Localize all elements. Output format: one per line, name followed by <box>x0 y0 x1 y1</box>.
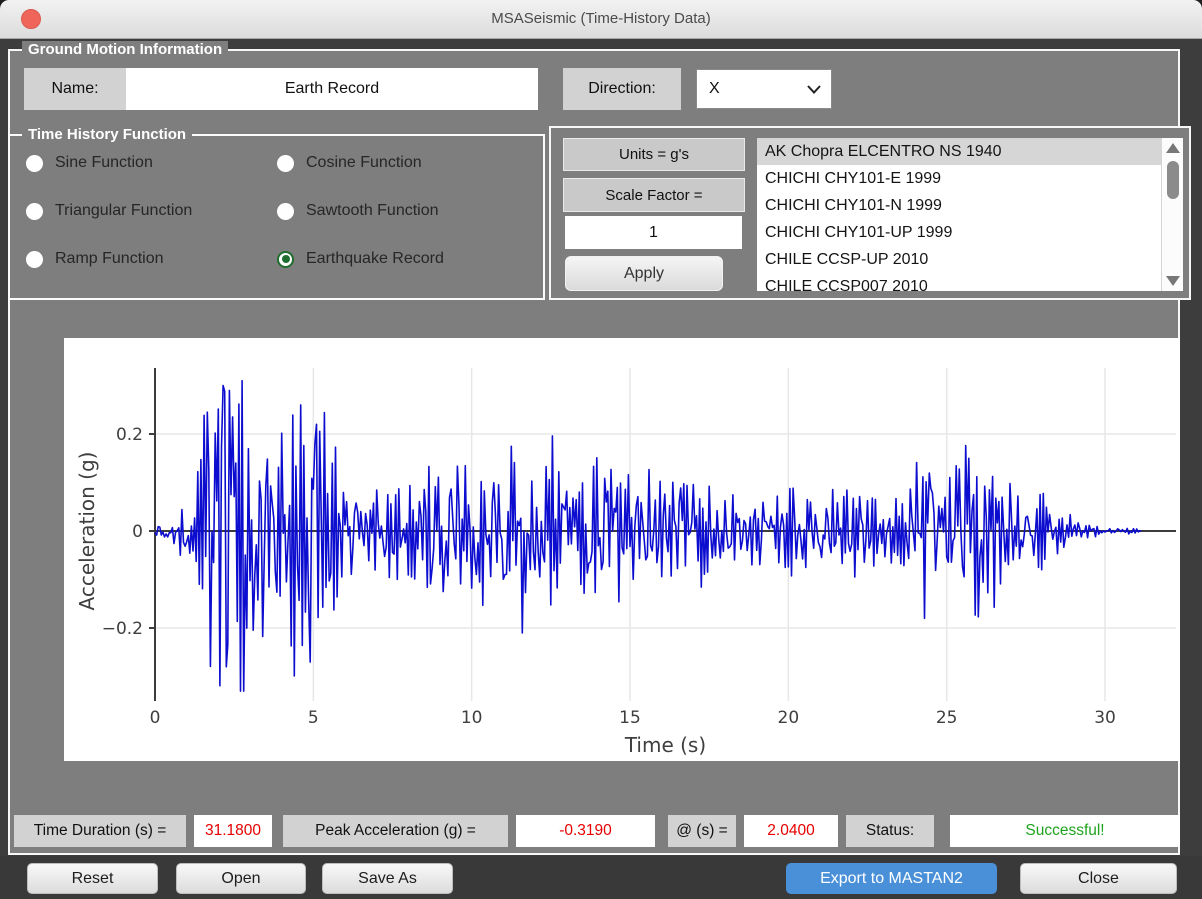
svg-text:0: 0 <box>150 708 161 728</box>
time-duration-label: Time Duration (s) = <box>14 815 186 847</box>
radio-label: Cosine Function <box>306 154 422 172</box>
svg-text:0.2: 0.2 <box>116 425 143 445</box>
waveform-line <box>155 381 1141 691</box>
name-input[interactable] <box>126 68 538 110</box>
peak-acceleration-label: Peak Acceleration (g) = <box>283 815 508 847</box>
window-content: Ground Motion Information Name: Directio… <box>0 39 1202 899</box>
y-axis-label: Acceleration (g) <box>75 452 99 611</box>
x-axis-label: Time (s) <box>624 733 706 757</box>
peak-acceleration-value: -0.3190 <box>516 815 655 847</box>
scale-factor-button[interactable]: Scale Factor = <box>563 178 745 212</box>
scroll-down-icon[interactable] <box>1166 276 1180 286</box>
svg-text:20: 20 <box>778 708 800 728</box>
radio-earthquake-record[interactable]: Earthquake Record <box>277 250 526 268</box>
app-window: MSASeismic (Time-History Data) Ground Mo… <box>0 0 1202 899</box>
record-list-item[interactable]: CHICHI CHY101-UP 1999 <box>757 219 1161 246</box>
radio-unselected-icon <box>277 155 294 172</box>
svg-text:25: 25 <box>936 708 958 728</box>
scrollbar-thumb[interactable] <box>1167 161 1179 199</box>
radio-unselected-icon <box>26 155 43 172</box>
radio-selected-icon <box>277 251 294 268</box>
radio-unselected-icon <box>26 203 43 220</box>
open-button[interactable]: Open <box>176 863 306 894</box>
close-button[interactable]: Close <box>1020 863 1177 894</box>
time-duration-value: 31.1800 <box>194 815 272 847</box>
radio-label: Earthquake Record <box>306 250 444 268</box>
record-list-item[interactable]: CHICHI CHY101-E 1999 <box>757 165 1161 192</box>
radio-ramp-function[interactable]: Ramp Function <box>26 250 277 268</box>
radio-label: Sine Function <box>55 154 153 172</box>
name-label: Name: <box>24 68 126 110</box>
svg-text:5: 5 <box>308 708 319 728</box>
svg-text:0: 0 <box>132 522 143 542</box>
save-as-button[interactable]: Save As <box>322 863 453 894</box>
direction-select[interactable]: X <box>696 69 832 109</box>
units-button[interactable]: Units = g's <box>563 138 745 171</box>
window-title: MSASeismic (Time-History Data) <box>0 0 1202 38</box>
record-list-item[interactable]: CHICHI CHY101-N 1999 <box>757 192 1161 219</box>
scale-factor-input[interactable] <box>565 216 742 249</box>
radio-cosine-function[interactable]: Cosine Function <box>277 154 526 172</box>
at-time-label: @ (s) = <box>668 815 736 847</box>
title-bar: MSASeismic (Time-History Data) <box>0 0 1202 39</box>
radio-label: Ramp Function <box>55 250 164 268</box>
listbox-scrollbar[interactable] <box>1161 138 1183 291</box>
footer-bar: Reset Open Save As Export to MASTAN2 Clo… <box>0 856 1202 899</box>
time-history-options: Sine Function Cosine Function Triangular F… <box>26 139 526 289</box>
svg-text:−0.2: −0.2 <box>102 619 143 639</box>
reset-button[interactable]: Reset <box>27 863 158 894</box>
radio-sawtooth-function[interactable]: Sawtooth Function <box>277 202 526 220</box>
record-list-item[interactable]: CHILE CCSP007 2010 <box>757 273 1161 291</box>
svg-text:15: 15 <box>619 708 641 728</box>
svg-text:10: 10 <box>461 708 483 728</box>
acceleration-chart: 0.2 0 −0.2 0 5 10 15 20 25 30 Time (s) Acceleration… <box>64 338 1180 761</box>
radio-label: Triangular Function <box>55 202 192 220</box>
record-list-item[interactable]: AK Chopra ELCENTRO NS 1940 <box>757 138 1161 165</box>
chevron-down-icon <box>807 85 821 94</box>
time-history-plot: 0.2 0 −0.2 0 5 10 15 20 25 30 Time (s) Acceleration… <box>64 338 1180 761</box>
svg-text:30: 30 <box>1094 708 1116 728</box>
radio-dot-icon <box>282 255 290 263</box>
direction-label: Direction: <box>563 68 681 110</box>
at-time-value: 2.0400 <box>744 815 838 847</box>
export-to-mastan2-button[interactable]: Export to MASTAN2 <box>786 863 997 894</box>
scroll-up-icon[interactable] <box>1166 143 1180 153</box>
radio-unselected-icon <box>26 251 43 268</box>
apply-button[interactable]: Apply <box>565 256 723 291</box>
radio-sine-function[interactable]: Sine Function <box>26 154 277 172</box>
status-value: Successful! <box>950 815 1180 847</box>
status-label: Status: <box>846 815 934 847</box>
radio-unselected-icon <box>277 203 294 220</box>
earthquake-records-listbox[interactable]: AK Chopra ELCENTRO NS 1940CHICHI CHY101-… <box>757 138 1161 291</box>
radio-label: Sawtooth Function <box>306 202 439 220</box>
direction-value: X <box>697 80 807 98</box>
record-list-item[interactable]: CHILE CCSP-UP 2010 <box>757 246 1161 273</box>
radio-triangular-function[interactable]: Triangular Function <box>26 202 277 220</box>
ground-motion-legend: Ground Motion Information <box>22 41 228 58</box>
